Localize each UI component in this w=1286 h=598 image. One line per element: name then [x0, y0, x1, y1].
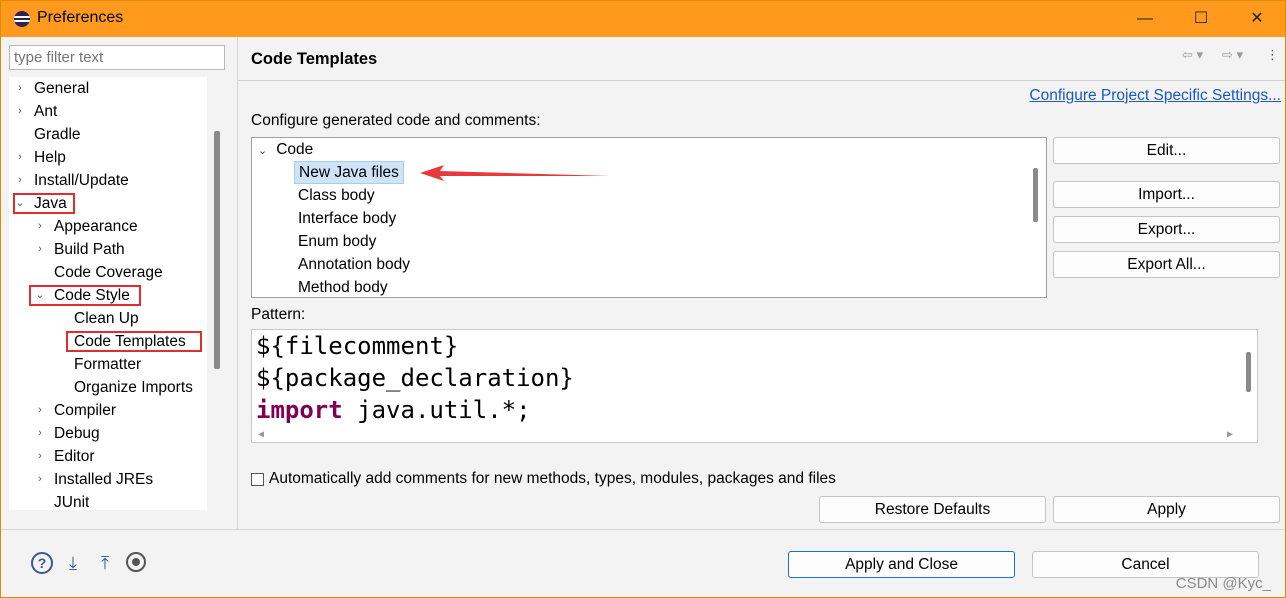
highlight-box-code-style — [29, 285, 141, 306]
apply-button[interactable]: Apply — [1053, 496, 1280, 523]
tree-item-label: Gradle — [34, 126, 81, 143]
tree-item-label: Code — [276, 141, 314, 158]
tree-item-label: Build Path — [54, 241, 125, 258]
apply-and-close-button[interactable]: Apply and Close — [788, 551, 1015, 578]
highlight-box-java — [13, 193, 75, 214]
template-item-new-java-files[interactable]: New Java files — [294, 161, 404, 184]
tree-item-label: Code Coverage — [54, 264, 163, 281]
view-menu-icon[interactable]: ⋮ — [1266, 47, 1279, 63]
tree-item-label: JUnit — [54, 494, 90, 510]
forward-arrow-icon[interactable]: ⇨ ▾ — [1222, 47, 1243, 63]
pattern-line: import java.util.*; — [256, 396, 531, 424]
templates-vertical-scrollbar[interactable] — [1033, 168, 1038, 222]
tree-item-label: Compiler — [54, 402, 117, 419]
preference-page: Code Templates ⇦ ▾ ⇨ ▾ ⋮ Configure Proje… — [238, 37, 1285, 529]
tree-item-label: Help — [34, 149, 66, 166]
scroll-right-icon[interactable]: ▶ — [1227, 429, 1233, 440]
eclipse-logo-icon — [14, 11, 30, 27]
edit-button[interactable]: Edit... — [1053, 137, 1280, 164]
help-icon[interactable]: ? — [31, 552, 53, 574]
dialog-button-bar: ? ⤓ ⤒ Apply and Close Cancel CSDN @Kyc_ — [1, 529, 1285, 597]
template-item-class-body[interactable]: Class body — [298, 184, 375, 207]
record-icon[interactable] — [126, 552, 146, 572]
tree-item-label: Installed JREs — [54, 471, 154, 488]
maximize-button[interactable]: ☐ — [1173, 1, 1229, 37]
pattern-line: ${filecomment} — [256, 332, 459, 360]
expand-chevron-icon[interactable]: › — [13, 169, 27, 192]
filter-input[interactable] — [9, 45, 225, 70]
pattern-line: ${package_declaration} — [256, 364, 574, 392]
auto-comments-label: Automatically add comments for new metho… — [269, 470, 836, 487]
preferences-tree: › General › Ant Gradle › Help › Install/… — [9, 77, 207, 510]
export-preferences-icon[interactable]: ⤒ — [94, 552, 116, 574]
configure-project-settings-link[interactable]: Configure Project Specific Settings... — [1029, 87, 1281, 105]
pattern-keyword: import — [256, 396, 343, 424]
restore-defaults-button[interactable]: Restore Defaults — [819, 496, 1046, 523]
expand-chevron-icon[interactable]: › — [13, 77, 27, 100]
close-button[interactable]: ✕ — [1229, 1, 1285, 37]
expand-chevron-icon[interactable]: › — [33, 445, 47, 468]
tree-item-code[interactable]: ⌄ Code — [258, 138, 313, 161]
title-separator — [238, 80, 1285, 81]
configure-label: Configure generated code and comments: — [251, 112, 541, 129]
template-item-method-body[interactable]: Method body — [298, 276, 388, 297]
tree-item-label: Clean Up — [74, 310, 139, 327]
template-item-enum-body[interactable]: Enum body — [298, 230, 376, 253]
expand-chevron-icon[interactable]: › — [33, 422, 47, 445]
expand-chevron-icon[interactable]: › — [13, 100, 27, 123]
template-item-interface-body[interactable]: Interface body — [298, 207, 396, 230]
cancel-button[interactable]: Cancel — [1032, 551, 1259, 578]
title-bar: Preferences — ☐ ✕ — [1, 1, 1285, 37]
minimize-button[interactable]: — — [1117, 1, 1173, 37]
back-arrow-icon[interactable]: ⇦ ▾ — [1182, 47, 1203, 63]
preferences-nav-pane: › General › Ant Gradle › Help › Install/… — [1, 37, 238, 557]
annotation-arrow-icon — [420, 165, 610, 181]
expand-chevron-icon[interactable]: › — [33, 399, 47, 422]
tree-item-label: Debug — [54, 425, 100, 442]
watermark: CSDN @Kyc_ — [1175, 575, 1271, 592]
import-button[interactable]: Import... — [1053, 181, 1280, 208]
tree-vertical-scrollbar[interactable] — [214, 131, 220, 369]
template-item-annotation-body[interactable]: Annotation body — [298, 253, 410, 276]
tree-item-label: Editor — [54, 448, 95, 465]
import-preferences-icon[interactable]: ⤓ — [62, 552, 84, 574]
expand-chevron-icon[interactable]: › — [33, 238, 47, 261]
templates-tree: ⌄ Code New Java files Class body Interfac… — [251, 137, 1047, 298]
pattern-vertical-scrollbar[interactable] — [1246, 352, 1251, 392]
preferences-window: Preferences — ☐ ✕ › General › Ant Gradle… — [0, 0, 1286, 598]
scroll-left-icon[interactable]: ◀ — [258, 429, 264, 440]
pattern-label: Pattern: — [251, 306, 306, 323]
tree-item-label: Ant — [34, 103, 58, 120]
tree-item-label: Install/Update — [34, 172, 129, 189]
expand-chevron-icon[interactable]: › — [33, 215, 47, 238]
tree-item-label: Appearance — [54, 218, 138, 235]
expand-chevron-icon[interactable]: › — [33, 468, 47, 491]
export-button[interactable]: Export... — [1053, 216, 1280, 243]
pattern-line-text: java.util.*; — [357, 396, 531, 424]
collapse-chevron-icon[interactable]: ⌄ — [258, 145, 267, 157]
highlight-box-code-templates — [66, 331, 202, 352]
window-title: Preferences — [37, 9, 124, 26]
tree-item-label: Organize Imports — [74, 379, 193, 396]
tree-item-label: General — [34, 80, 90, 97]
auto-comments-checkbox[interactable] — [251, 473, 264, 486]
export-all-button[interactable]: Export All... — [1053, 251, 1280, 278]
expand-chevron-icon[interactable]: › — [13, 146, 27, 169]
tree-item-label: Formatter — [74, 356, 142, 373]
pattern-editor[interactable]: ${filecomment} ${package_declaration} im… — [251, 329, 1258, 443]
page-title: Code Templates — [251, 50, 378, 68]
